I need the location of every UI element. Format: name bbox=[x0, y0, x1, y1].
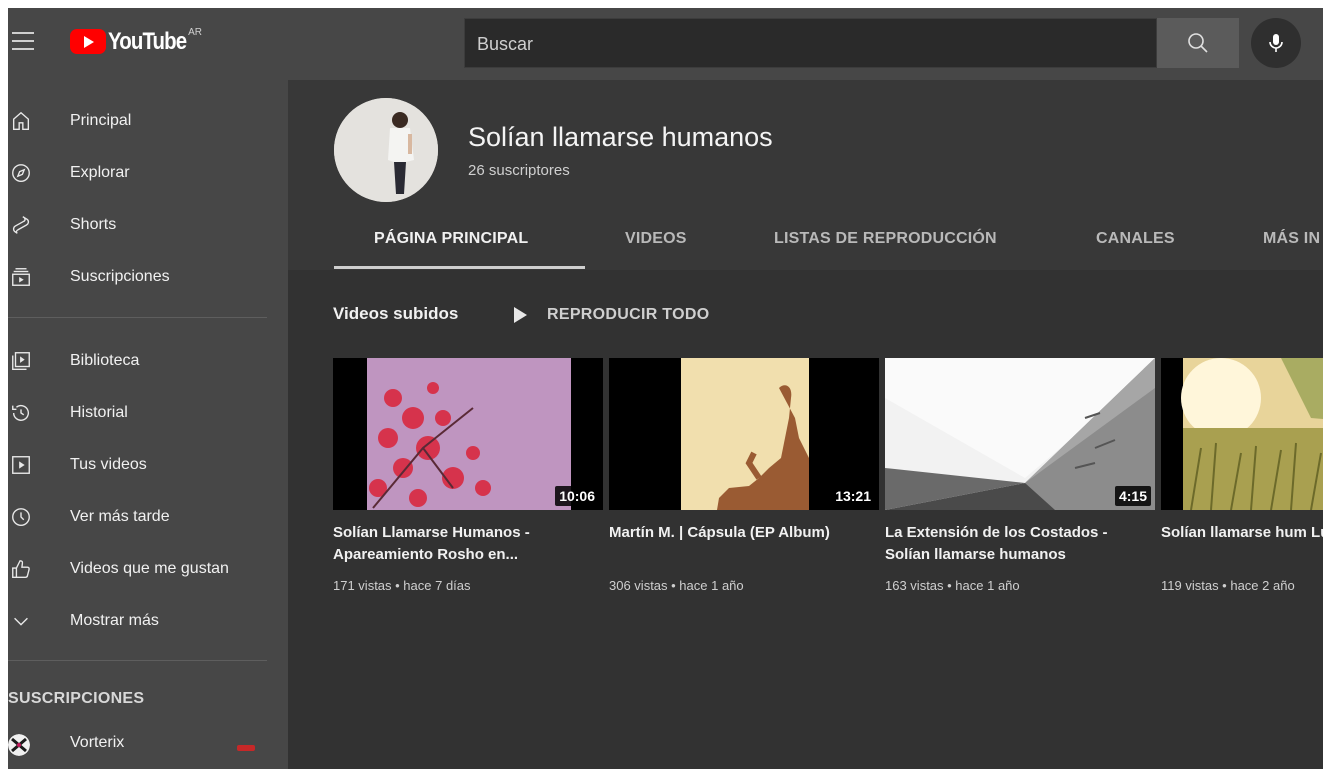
sidebar-item-ver-mas-tarde[interactable]: Ver más tarde bbox=[8, 498, 288, 538]
top-bar: YouTube AR bbox=[8, 8, 1323, 80]
search-icon bbox=[1188, 33, 1208, 53]
sidebar-item-mostrar-mas[interactable]: Mostrar más bbox=[8, 602, 288, 642]
subscriptions-icon bbox=[12, 268, 30, 286]
region-code: AR bbox=[188, 27, 202, 38]
sidebar-item-label: Historial bbox=[70, 404, 128, 421]
video-title[interactable]: Martín M. | Cápsula (EP Album) bbox=[609, 522, 871, 566]
video-card[interactable]: Solían llamarse hum Luz 119 vistas • hac… bbox=[1161, 358, 1323, 593]
voice-search-button[interactable] bbox=[1251, 18, 1301, 68]
thumbnail-image bbox=[1161, 358, 1323, 510]
microphone-icon bbox=[1269, 34, 1283, 52]
active-tab-indicator bbox=[334, 266, 585, 269]
play-icon bbox=[514, 307, 527, 323]
video-thumbnail[interactable]: 4:15 bbox=[885, 358, 1155, 510]
logo-text: YouTube bbox=[108, 28, 187, 55]
sidebar-item-principal[interactable]: Principal bbox=[8, 102, 288, 142]
subscriber-count: 26 suscriptores bbox=[468, 162, 570, 179]
watch-later-icon bbox=[12, 508, 30, 526]
search-box bbox=[464, 18, 1170, 69]
thumbs-up-icon bbox=[12, 560, 30, 578]
your-videos-icon bbox=[12, 456, 30, 474]
sidebar-item-label: Mostrar más bbox=[70, 612, 159, 629]
search-input[interactable] bbox=[465, 19, 1170, 69]
sidebar-item-label: Suscripciones bbox=[70, 268, 170, 285]
video-duration: 13:21 bbox=[831, 486, 875, 506]
video-metadata: 306 vistas • hace 1 año bbox=[609, 578, 744, 593]
video-title[interactable]: Solían llamarse hum Luz bbox=[1161, 522, 1323, 566]
channel-avatar[interactable] bbox=[334, 98, 438, 202]
sidebar-item-shorts[interactable]: Shorts bbox=[8, 206, 288, 246]
sidebar-item-label: Explorar bbox=[70, 164, 130, 181]
sidebar-item-label: Tus videos bbox=[70, 456, 147, 473]
play-all-button[interactable]: REPRODUCIR TODO bbox=[514, 304, 709, 326]
sidebar-divider bbox=[8, 317, 267, 318]
library-icon bbox=[12, 352, 30, 370]
menu-icon[interactable] bbox=[12, 32, 34, 52]
sidebar-item-label: Ver más tarde bbox=[70, 508, 170, 525]
live-indicator-icon bbox=[237, 745, 255, 751]
vorterix-logo-icon bbox=[8, 734, 30, 756]
video-metadata: 171 vistas • hace 7 días bbox=[333, 578, 471, 593]
tab-pagina-principal[interactable]: PÁGINA PRINCIPAL bbox=[374, 230, 528, 248]
play-all-label: REPRODUCIR TODO bbox=[547, 306, 710, 323]
youtube-logo[interactable]: YouTube AR bbox=[70, 27, 202, 59]
video-metadata: 119 vistas • hace 2 año bbox=[1161, 578, 1295, 593]
search-button[interactable] bbox=[1157, 18, 1239, 68]
sidebar-item-label: Biblioteca bbox=[70, 352, 140, 369]
channel-avatar bbox=[8, 734, 30, 756]
sidebar-item-label: Shorts bbox=[70, 216, 117, 233]
sidebar-divider bbox=[8, 660, 267, 661]
history-icon bbox=[12, 404, 29, 421]
shelf-title[interactable]: Videos subidos bbox=[333, 304, 458, 324]
shorts-icon bbox=[12, 216, 30, 234]
video-thumbnail[interactable] bbox=[1161, 358, 1323, 510]
sidebar-item-label: Principal bbox=[70, 112, 132, 129]
tab-videos[interactable]: VIDEOS bbox=[625, 230, 687, 248]
sidebar-item-tus-videos[interactable]: Tus videos bbox=[8, 446, 288, 486]
video-card[interactable]: 10:06 Solían Llamarse Humanos - Apareami… bbox=[333, 358, 603, 593]
sidebar-item-explorar[interactable]: Explorar bbox=[8, 154, 288, 194]
sidebar-item-historial[interactable]: Historial bbox=[8, 394, 288, 434]
channel-name: Solían llamarse humanos bbox=[468, 122, 773, 152]
video-title[interactable]: La Extensión de los Costados - Solían ll… bbox=[885, 522, 1147, 566]
subscriptions-section-title: SUSCRIPCIONES bbox=[8, 690, 145, 707]
sidebar-item-videos-que-me-gustan[interactable]: Videos que me gustan bbox=[8, 550, 288, 590]
tab-mas-informacion[interactable]: MÁS IN bbox=[1263, 230, 1320, 248]
video-card[interactable]: 13:21 Martín M. | Cápsula (EP Album) 306… bbox=[609, 358, 879, 593]
video-metadata: 163 vistas • hace 1 año bbox=[885, 578, 1020, 593]
sidebar-item-label: Vorterix bbox=[70, 734, 125, 751]
app-frame: YouTube AR Principal Explora bbox=[8, 8, 1323, 769]
chevron-down-icon bbox=[14, 617, 28, 626]
tab-canales[interactable]: CANALES bbox=[1096, 230, 1175, 248]
video-card[interactable]: 4:15 La Extensión de los Costados - Solí… bbox=[885, 358, 1155, 593]
video-thumbnail[interactable]: 10:06 bbox=[333, 358, 603, 510]
sidebar-item-label: Videos que me gustan bbox=[70, 560, 229, 577]
sidebar: Principal Explorar Shorts Suscripciones … bbox=[8, 80, 288, 769]
sidebar-item-biblioteca[interactable]: Biblioteca bbox=[8, 342, 288, 382]
tab-listas-de-reproduccion[interactable]: LISTAS DE REPRODUCCIÓN bbox=[774, 230, 997, 248]
compass-icon bbox=[12, 164, 30, 182]
video-title[interactable]: Solían Llamarse Humanos - Apareamiento R… bbox=[333, 522, 595, 566]
home-icon bbox=[12, 111, 30, 130]
video-duration: 10:06 bbox=[555, 486, 599, 506]
youtube-play-icon bbox=[70, 29, 106, 54]
video-thumbnail[interactable]: 13:21 bbox=[609, 358, 879, 510]
channel-avatar-image bbox=[334, 98, 438, 202]
channel-tabs: PÁGINA PRINCIPAL VIDEOS LISTAS DE REPROD… bbox=[288, 208, 1323, 270]
sidebar-item-vorterix[interactable]: Vorterix bbox=[8, 724, 288, 764]
sidebar-item-suscripciones[interactable]: Suscripciones bbox=[8, 258, 288, 298]
video-duration: 4:15 bbox=[1114, 486, 1151, 506]
